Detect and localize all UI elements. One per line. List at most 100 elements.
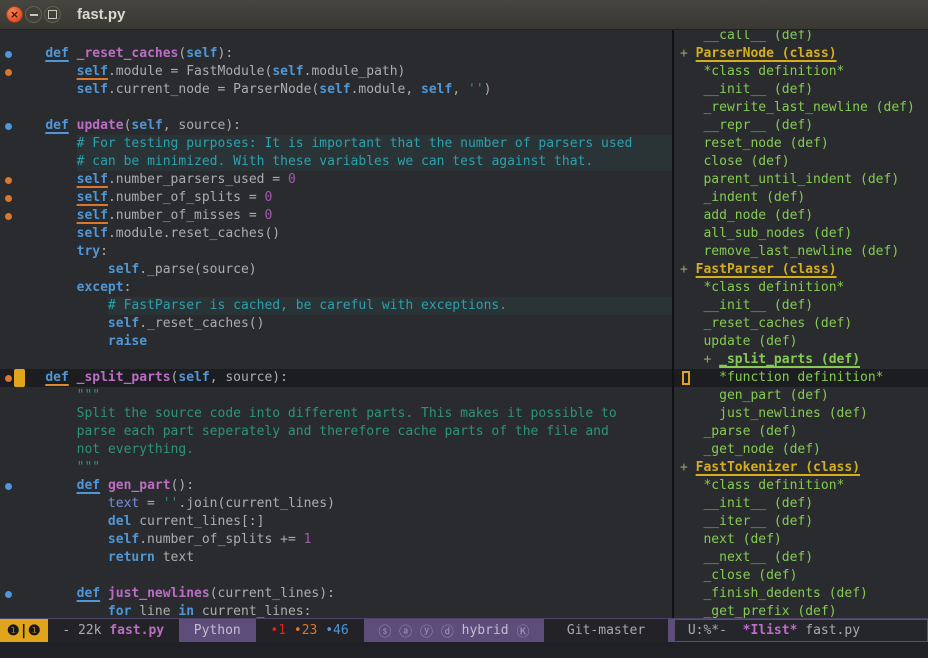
imenu-entry[interactable]: parent_until_indent (def): [674, 171, 928, 189]
imenu-entry[interactable]: _finish_dedents (def): [674, 585, 928, 603]
code-line[interactable]: text = ''.join(current_lines): [0, 495, 672, 513]
code-line[interactable]: self.current_node = ParserNode(self.modu…: [0, 81, 672, 99]
code-line[interactable]: self.number_of_splits += 1: [0, 531, 672, 549]
evil-state[interactable]: ⓢ ⓐ ⓨ ⓓ hybrid Ⓚ: [364, 619, 545, 642]
code-line[interactable]: self.module = FastModule(self.module_pat…: [0, 63, 672, 81]
modeline-right[interactable]: U:%*- *Ilist* fast.py: [674, 619, 928, 642]
imenu-entry[interactable]: *class definition*: [674, 477, 928, 495]
marker-dot-orange-icon[interactable]: [5, 69, 12, 76]
major-mode[interactable]: Python: [179, 619, 256, 642]
code-line[interactable]: self._reset_caches(): [0, 315, 672, 333]
imenu-entry[interactable]: _reset_caches (def): [674, 315, 928, 333]
code-line[interactable]: self.number_of_splits = 0: [0, 189, 672, 207]
imenu-entry[interactable]: next (def): [674, 531, 928, 549]
imenu-entry[interactable]: + _split_parts (def): [674, 351, 928, 369]
marker-dot-blue-icon[interactable]: [5, 123, 12, 130]
code-line[interactable]: # FastParser is cached, be careful with …: [0, 297, 672, 315]
imenu-entry[interactable]: _parse (def): [674, 423, 928, 441]
imenu-entry[interactable]: _get_prefix (def): [674, 603, 928, 618]
imenu-entry[interactable]: *class definition*: [674, 279, 928, 297]
imenu-prefix: [680, 280, 703, 295]
imenu-entry[interactable]: gen_part (def): [674, 387, 928, 405]
titlebar[interactable]: × fast.py: [0, 0, 928, 30]
token: 0: [288, 171, 296, 189]
code-line[interactable]: [0, 99, 672, 117]
imenu-prefix: [680, 550, 703, 565]
imenu-entry[interactable]: __repr__ (def): [674, 117, 928, 135]
imenu-entry[interactable]: add_node (def): [674, 207, 928, 225]
imenu-entry[interactable]: __init__ (def): [674, 81, 928, 99]
buffer-info[interactable]: - 22k fast.py: [48, 619, 179, 642]
token: (current_lines):: [210, 585, 335, 603]
code-line[interactable]: def update(self, source):: [0, 117, 672, 135]
token: """: [14, 459, 100, 477]
code-line[interactable]: not everything.: [0, 441, 672, 459]
imenu-entry[interactable]: _rewrite_last_newline (def): [674, 99, 928, 117]
flycheck-counts[interactable]: •1 •23 •46: [256, 619, 364, 642]
token: 0: [264, 207, 272, 225]
imenu-entry[interactable]: update (def): [674, 333, 928, 351]
code-line[interactable]: parse each part seperately and therefore…: [0, 423, 672, 441]
code-line[interactable]: # can be minimized. With these variables…: [0, 153, 672, 171]
marker-dot-orange-icon[interactable]: [5, 195, 12, 202]
imenu-entry[interactable]: __iter__ (def): [674, 513, 928, 531]
code-line[interactable]: return text: [0, 549, 672, 567]
token: [14, 171, 77, 189]
imenu-entry[interactable]: + FastTokenizer (class): [674, 459, 928, 477]
token: .number_of_splits =: [108, 189, 265, 207]
code-line[interactable]: def just_newlines(current_lines):: [0, 585, 672, 603]
fringe: [0, 315, 14, 333]
code-line[interactable]: [0, 567, 672, 585]
code-line[interactable]: self.module.reset_caches(): [0, 225, 672, 243]
code-line[interactable]: # For testing purposes: It is important …: [0, 135, 672, 153]
git-branch[interactable]: Git-master: [544, 619, 668, 642]
code-line[interactable]: except:: [0, 279, 672, 297]
code-line[interactable]: del current_lines[:]: [0, 513, 672, 531]
maximize-button[interactable]: [44, 6, 61, 23]
code-line[interactable]: def _reset_caches(self):: [0, 45, 672, 63]
code-line[interactable]: self.number_parsers_used = 0: [0, 171, 672, 189]
imenu-entry[interactable]: __init__ (def): [674, 297, 928, 315]
imenu-entry[interactable]: all_sub_nodes (def): [674, 225, 928, 243]
marker-dot-blue-icon[interactable]: [5, 483, 12, 490]
imenu-entry[interactable]: remove_last_newline (def): [674, 243, 928, 261]
code-line[interactable]: """: [0, 387, 672, 405]
imenu-entry[interactable]: just_newlines (def): [674, 405, 928, 423]
marker-dot-blue-icon[interactable]: [5, 51, 12, 58]
code-line[interactable]: Split the source code into different par…: [0, 405, 672, 423]
imenu-panel[interactable]: __call__ (def)+ ParserNode (class) *clas…: [674, 30, 928, 618]
imenu-entry[interactable]: _get_node (def): [674, 441, 928, 459]
imenu-entry[interactable]: + FastParser (class): [674, 261, 928, 279]
close-button[interactable]: ×: [6, 6, 23, 23]
code-line[interactable]: [0, 351, 672, 369]
imenu-entry[interactable]: __next__ (def): [674, 549, 928, 567]
imenu-label: _get_node (def): [703, 442, 820, 457]
imenu-entry[interactable]: _indent (def): [674, 189, 928, 207]
echo-area[interactable]: [0, 642, 928, 658]
marker-dot-orange-icon[interactable]: [5, 177, 12, 184]
imenu-entry[interactable]: close (def): [674, 153, 928, 171]
imenu-entry[interactable]: reset_node (def): [674, 135, 928, 153]
imenu-entry[interactable]: __call__ (def): [674, 30, 928, 45]
code-line[interactable]: for line in current_lines:: [0, 603, 672, 618]
code-line[interactable]: self._parse(source): [0, 261, 672, 279]
imenu-entry[interactable]: _close (def): [674, 567, 928, 585]
code-line[interactable]: """: [0, 459, 672, 477]
minimize-button[interactable]: [25, 6, 42, 23]
code-line[interactable]: self.number_of_misses = 0: [0, 207, 672, 225]
marker-dot-orange-icon[interactable]: [5, 213, 12, 220]
code-line[interactable]: raise: [0, 333, 672, 351]
code-area[interactable]: def _reset_caches(self): self.module = F…: [0, 30, 672, 618]
code-line[interactable]: def gen_part():: [0, 477, 672, 495]
imenu-entry[interactable]: *function definition*: [674, 369, 928, 387]
imenu-entry[interactable]: __init__ (def): [674, 495, 928, 513]
code-line[interactable]: try:: [0, 243, 672, 261]
imenu-entry[interactable]: *class definition*: [674, 63, 928, 81]
marker-dot-blue-icon[interactable]: [5, 591, 12, 598]
code-line[interactable]: def _split_parts(self, source):: [0, 369, 672, 387]
fringe: [0, 225, 14, 243]
imenu-entry[interactable]: + ParserNode (class): [674, 45, 928, 63]
marker-dot-orange-icon[interactable]: [5, 375, 12, 382]
imenu-label: remove_last_newline (def): [703, 244, 899, 259]
window-number[interactable]: ❶|❶: [0, 619, 48, 642]
